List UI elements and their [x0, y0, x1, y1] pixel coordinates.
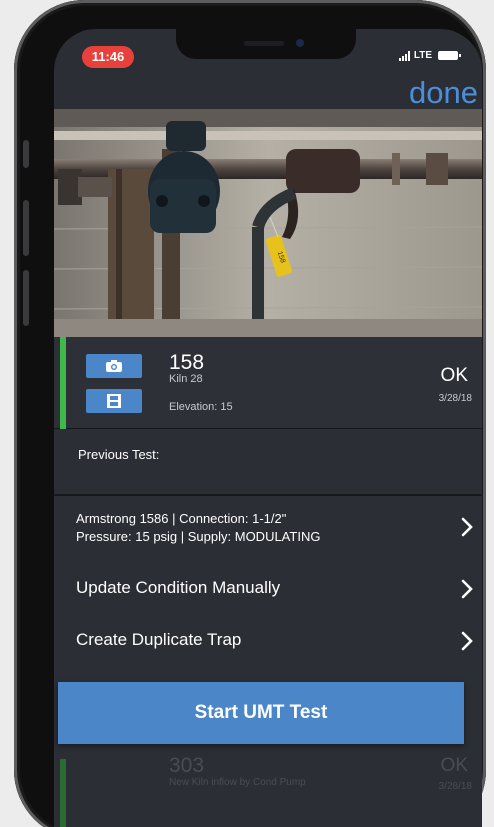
phone-frame: 11:46 LTE done 158 158 Kiln 28 Elevation… — [14, 0, 486, 827]
start-umt-test-button[interactable]: Start UMT Test — [58, 682, 464, 744]
trap-header[interactable]: 158 Kiln 28 Elevation: 15 OK 3/28/18 — [54, 337, 482, 429]
background-item-bar — [60, 759, 66, 827]
chevron-right-icon — [461, 517, 473, 537]
mute-switch — [23, 140, 29, 168]
status-color-bar — [60, 337, 66, 429]
volume-up-button — [23, 200, 29, 256]
previous-test-label: Previous Test: — [78, 447, 160, 462]
front-camera — [296, 39, 304, 47]
spec-line-1: Armstrong 1586 | Connection: 1-1/2" — [76, 511, 287, 526]
trap-location: Kiln 28 — [169, 373, 203, 385]
network-label: LTE — [413, 50, 432, 61]
background-item-status: OK — [440, 755, 468, 776]
volume-down-button — [23, 270, 29, 326]
chevron-right-icon — [461, 631, 473, 651]
trap-specs-row[interactable]: Armstrong 1586 | Connection: 1-1/2" Pres… — [54, 496, 482, 562]
battery-icon — [438, 51, 461, 60]
notch — [176, 29, 356, 59]
film-button[interactable] — [86, 389, 142, 413]
film-icon — [107, 394, 121, 408]
trap-id: 158 — [169, 351, 205, 374]
chevron-right-icon — [461, 579, 473, 599]
create-duplicate-label: Create Duplicate Trap — [76, 630, 242, 649]
speaker — [244, 41, 284, 46]
background-item-date: 3/28/18 — [438, 781, 472, 792]
create-duplicate-row[interactable]: Create Duplicate Trap — [54, 614, 482, 666]
status-bar: 11:46 LTE — [54, 29, 482, 73]
signal-icon — [398, 50, 410, 61]
trap-date: 3/28/18 — [438, 393, 472, 404]
background-item-id: 303 — [169, 754, 205, 777]
detail-panel: Previous Test: Armstrong 1586 | Connecti… — [54, 429, 482, 827]
camera-icon — [106, 360, 122, 372]
update-condition-row[interactable]: Update Condition Manually — [54, 562, 482, 614]
status-time: 11:46 — [82, 46, 134, 68]
trap-status: OK — [440, 365, 468, 386]
done-button[interactable]: done — [409, 75, 478, 111]
update-condition-label: Update Condition Manually — [76, 578, 281, 597]
trap-photo: 158 — [54, 109, 482, 337]
app-screen: 11:46 LTE done 158 158 Kiln 28 Elevation… — [54, 29, 482, 827]
status-indicators: LTE — [398, 50, 461, 61]
camera-button[interactable] — [86, 354, 142, 378]
spec-line-2: Pressure: 15 psig | Supply: MODULATING — [76, 529, 321, 544]
background-item-description: New Kiln inflow by Cond Pump — [169, 777, 306, 788]
trap-elevation: Elevation: 15 — [169, 401, 233, 413]
